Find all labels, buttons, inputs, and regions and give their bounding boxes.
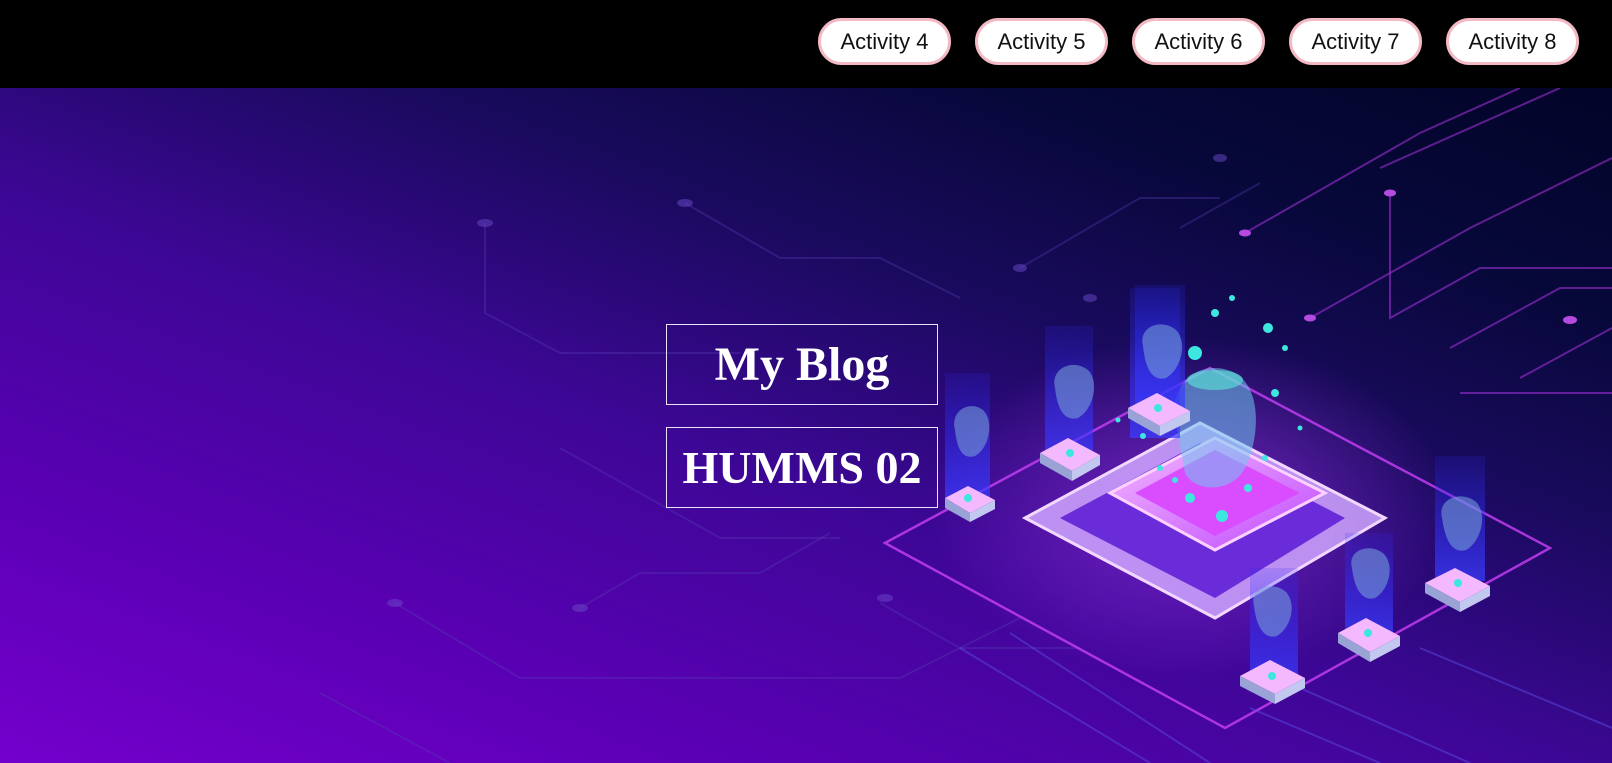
nav-activity-5-button[interactable]: Activity 5 bbox=[975, 18, 1108, 65]
nav-activity-4-button[interactable]: Activity 4 bbox=[818, 18, 951, 65]
nav-activity-8-button[interactable]: Activity 8 bbox=[1446, 18, 1579, 65]
blog-subtitle: HUMMS 02 bbox=[666, 427, 938, 508]
nav-menu: Activity 4 Activity 5 Activity 6 Activit… bbox=[818, 18, 1579, 65]
nav-activity-7-button[interactable]: Activity 7 bbox=[1289, 18, 1422, 65]
top-navigation-bar: Activity 4 Activity 5 Activity 6 Activit… bbox=[0, 0, 1612, 88]
blog-title: My Blog bbox=[666, 324, 938, 405]
nav-activity-6-button[interactable]: Activity 6 bbox=[1132, 18, 1265, 65]
circuit-illustration bbox=[319, 88, 1612, 763]
hero-banner: My Blog HUMMS 02 bbox=[0, 88, 1612, 763]
